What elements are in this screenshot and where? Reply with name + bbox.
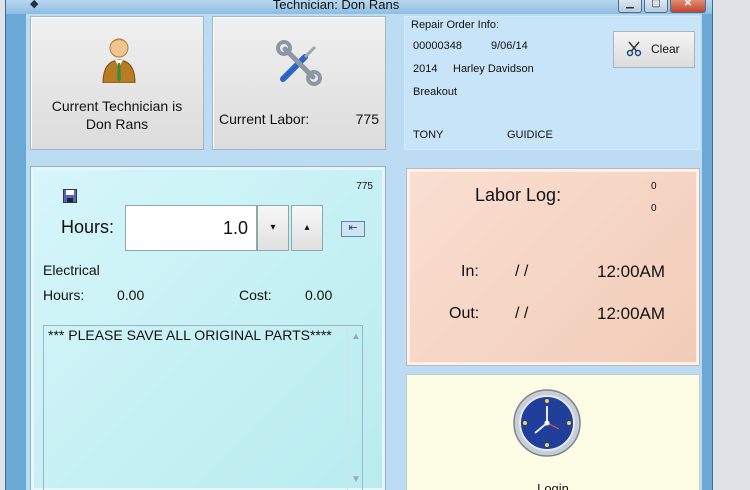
scroll-down-icon[interactable]: ▼: [351, 471, 361, 488]
repair-order-number: 00000348: [413, 40, 462, 52]
notes-textarea[interactable]: *** PLEASE SAVE ALL ORIGINAL PARTS**** ▲…: [43, 325, 363, 490]
hours-text-label: Hours:: [43, 287, 85, 303]
notes-text: *** PLEASE SAVE ALL ORIGINAL PARTS****: [48, 327, 332, 343]
current-labor-button[interactable]: Current Labor: 775: [212, 16, 386, 150]
current-technician-label: Current Technician is Don Rans: [51, 98, 183, 132]
repair-order-header: Repair Order Info:: [411, 19, 500, 31]
hours-input[interactable]: 1.0: [125, 205, 257, 251]
login-button[interactable]: Login: [406, 374, 700, 490]
close-button[interactable]: ✕: [670, 0, 706, 13]
current-technician-button[interactable]: Current Technician is Don Rans: [30, 16, 204, 150]
scissors-icon: [626, 41, 642, 57]
repair-order-date: 9/06/14: [491, 40, 528, 52]
cost-value: 0.00: [305, 287, 333, 303]
window-title: Technician: Don Rans: [272, 0, 400, 12]
vehicle-year: 2014: [413, 63, 438, 75]
apply-hours-icon[interactable]: ⇤: [341, 221, 365, 237]
vehicle-model: Breakout: [413, 86, 458, 98]
vehicle-make: Harley Davidson: [453, 63, 534, 75]
save-icon[interactable]: [63, 189, 77, 203]
scroll-up-icon[interactable]: ▲: [351, 328, 361, 345]
wrench-screwdriver-icon: [276, 40, 322, 86]
labor-log-panel: Labor Log: 0 0 In: / / 12:00AM Out: / / …: [406, 168, 700, 366]
current-labor-label: Current Labor:: [219, 111, 310, 127]
out-label: Out:: [449, 305, 480, 322]
notes-scrollbar[interactable]: ▲ ▼: [347, 326, 362, 490]
current-labor-value: 775: [355, 111, 379, 127]
hours-label: Hours:: [61, 217, 115, 237]
labor-category: Electrical: [43, 262, 100, 278]
labor-entry-panel: 775 Hours: 1.0 ▾ ▴ ⇤ Electrical Hours: 0…: [30, 166, 386, 490]
repair-order-panel: Repair Order Info: 00000348 9/06/14 2014…: [404, 16, 700, 150]
out-date: / /: [515, 305, 529, 322]
in-label: In:: [461, 263, 479, 280]
app-window: ◆ Technician: Don Rans ▁ ▢ ✕ Current Tec…: [5, 0, 713, 490]
in-time: 12:00AM: [597, 262, 666, 281]
labor-log-count-1: 0: [651, 181, 657, 192]
in-date: / /: [515, 263, 529, 280]
labor-number: 775: [356, 181, 373, 192]
cost-label: Cost:: [239, 287, 272, 303]
customer-first-name: TONY: [413, 129, 444, 141]
out-time: 12:00AM: [597, 304, 666, 323]
labor-log-title: Labor Log:: [475, 185, 562, 205]
clock-icon: [513, 389, 581, 457]
hours-decrement-button[interactable]: ▾: [257, 205, 289, 251]
technician-person-icon: [102, 38, 136, 83]
clear-button[interactable]: Clear: [613, 31, 695, 68]
clear-button-label: Clear: [651, 42, 680, 56]
hours-increment-button[interactable]: ▴: [291, 205, 323, 251]
customer-last-name: GUIDICE: [507, 129, 553, 141]
hours-text-value: 0.00: [117, 287, 145, 303]
client-area: Current Technician is Don Rans Current L…: [26, 14, 702, 490]
minimize-button[interactable]: ▁: [618, 0, 642, 13]
labor-log-count-2: 0: [651, 203, 657, 214]
title-bar[interactable]: ◆ Technician: Don Rans ▁ ▢ ✕: [6, 0, 712, 14]
login-label: Login: [537, 481, 569, 490]
maximize-button[interactable]: ▢: [644, 0, 668, 13]
